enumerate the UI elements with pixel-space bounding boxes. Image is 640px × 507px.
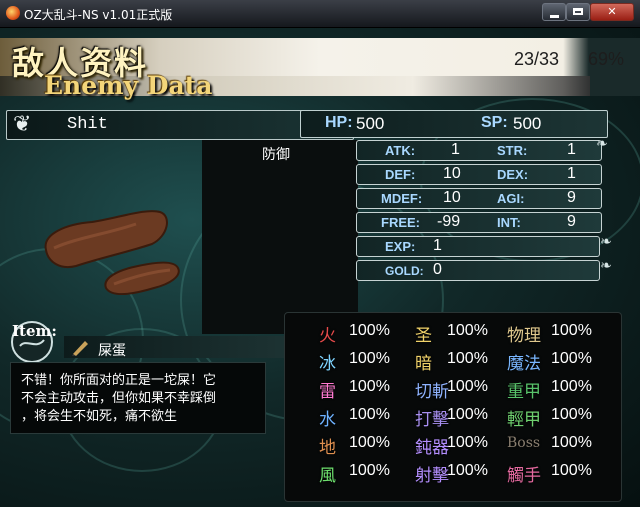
info-box	[202, 140, 358, 334]
description-line: ，将会生不如死，痛不欲生	[21, 409, 178, 424]
element-value: 100%	[349, 378, 390, 395]
maximize-icon	[567, 4, 589, 20]
agi-label: AGI:	[497, 191, 525, 206]
ornament-icon: ❧	[600, 258, 612, 274]
agi-value: 9	[567, 189, 576, 206]
item-section: Item: 屎蛋	[6, 316, 290, 364]
element-value: 100%	[447, 406, 488, 423]
ornament-icon: ❧	[600, 234, 612, 250]
element-value: 100%	[447, 322, 488, 339]
element-resistance-table: 火 100% 圣 100% 物理 100% 冰 100% 暗 100% 魔法 100% 雷 100% 切斬 1…	[284, 312, 622, 502]
stat-row-def-dex: DEF: 10 DEX: 1	[356, 164, 602, 185]
int-value: 9	[567, 213, 576, 230]
element-name: 重甲	[507, 382, 541, 402]
ornament-icon: ❧	[596, 136, 608, 152]
element-value: 100%	[551, 406, 592, 423]
stat-row-mdef-agi: MDEF: 10 AGI: 9	[356, 188, 602, 209]
enemy-counter: 23/33	[514, 49, 560, 69]
maximize-button[interactable]	[566, 3, 590, 21]
hp-value: 500	[356, 114, 385, 133]
element-name: 冰	[319, 354, 336, 374]
element-name: 鈍器	[415, 438, 449, 458]
window-titlebar: OZ大乱斗-NS v1.01正式版 ✕	[0, 0, 640, 28]
element-value: 100%	[349, 350, 390, 367]
element-value: 100%	[447, 462, 488, 479]
element-value: 100%	[349, 322, 390, 339]
mdef-label: MDEF:	[381, 191, 423, 206]
element-value: 100%	[551, 462, 592, 479]
element-name: 圣	[415, 326, 432, 346]
element-value: 100%	[551, 322, 592, 339]
element-name: 打擊	[415, 410, 449, 430]
def-label: DEF:	[385, 167, 416, 182]
description-line: 不会主动攻击，但你如果不幸踩倒	[21, 391, 217, 406]
app-icon	[6, 6, 20, 20]
minimize-icon	[543, 4, 565, 20]
mdef-value: 10	[443, 189, 461, 206]
ornament-icon: ❦	[13, 112, 32, 137]
element-name: 雷	[319, 382, 336, 402]
element-value: 100%	[551, 434, 592, 451]
free-label: FREE:	[381, 215, 420, 230]
element-value: 100%	[447, 434, 488, 451]
def-value: 10	[443, 165, 461, 182]
item-badge-icon: Item:	[11, 321, 57, 363]
description-line: 不错！你所面对的正是一坨屎！它	[21, 373, 217, 388]
int-label: INT:	[497, 215, 521, 230]
element-value: 100%	[551, 378, 592, 395]
element-name: 風	[319, 466, 336, 486]
sp-value: 500	[513, 114, 542, 133]
close-button[interactable]: ✕	[590, 3, 634, 21]
element-value: 100%	[349, 434, 390, 451]
element-value: 100%	[447, 350, 488, 367]
stat-row-atk-str: ATK: 1 STR: 1	[356, 140, 602, 161]
item-badge-text: Item:	[12, 322, 57, 340]
enemy-state: 防御	[262, 147, 290, 163]
enemy-name: Shit	[67, 115, 108, 134]
hp-label: HP:	[325, 114, 353, 131]
element-value: 100%	[349, 406, 390, 423]
element-name: 地	[319, 438, 336, 458]
element-name: 物理	[507, 326, 541, 346]
stat-row-exp: EXP: 1	[356, 236, 600, 257]
pencil-icon	[72, 341, 88, 356]
element-name: 魔法	[507, 354, 541, 374]
enemy-sprite	[44, 210, 180, 295]
gold-value: 0	[433, 261, 442, 278]
stat-row-free-int: FREE: -99 INT: 9	[356, 212, 602, 233]
exp-value: 1	[433, 237, 442, 254]
element-name: 射擊	[415, 466, 449, 486]
element-name: 切斬	[415, 382, 449, 402]
atk-value: 1	[451, 141, 460, 158]
exp-label: EXP:	[385, 239, 416, 254]
sp-label: SP:	[481, 114, 508, 131]
dex-value: 1	[567, 165, 576, 182]
element-value: 100%	[349, 462, 390, 479]
window-title: OZ大乱斗-NS v1.01正式版	[24, 8, 173, 22]
hp-sp-panel: HP: 500 SP: 500	[300, 110, 608, 138]
element-name: 輕甲	[507, 410, 541, 430]
element-value: 100%	[447, 378, 488, 395]
game-screen: 敌人资料 Enemy Data 23/33 69% ❦ Shit HP: 500…	[0, 28, 640, 507]
element-name: 觸手	[507, 466, 541, 486]
minimize-button[interactable]	[542, 3, 566, 21]
str-value: 1	[567, 141, 576, 158]
completion-percent: 69%	[588, 49, 625, 69]
gold-label: GOLD:	[385, 264, 424, 278]
element-value: 100%	[551, 350, 592, 367]
close-icon: ✕	[607, 5, 617, 18]
element-name: 暗	[415, 354, 432, 374]
free-value: -99	[437, 213, 461, 230]
str-label: STR:	[497, 143, 528, 158]
atk-label: ATK:	[385, 143, 416, 158]
element-name: 水	[319, 410, 336, 430]
stat-row-gold: GOLD: 0	[356, 260, 600, 281]
description-box: 不错！你所面对的正是一坨屎！它 不会主动攻击，但你如果不幸踩倒 ，将会生不如死，…	[10, 362, 266, 434]
element-name: 火	[319, 326, 336, 346]
item-name: 屎蛋	[98, 343, 126, 359]
page-title-en: Enemy Data	[44, 71, 213, 100]
dex-label: DEX:	[497, 167, 529, 182]
element-name: Boss	[507, 435, 541, 451]
